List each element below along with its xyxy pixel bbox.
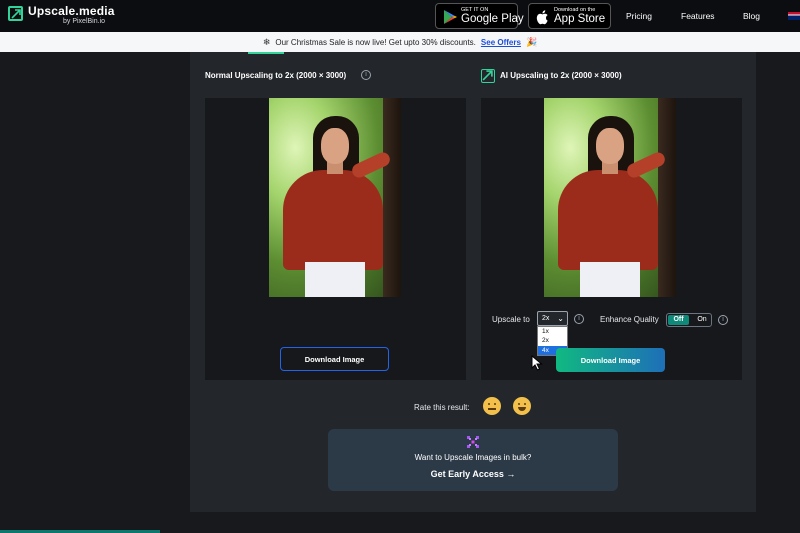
upscale-info-icon[interactable]: i <box>574 314 584 324</box>
bulk-upscale-card: Want to Upscale Images in bulk? Get Earl… <box>328 429 618 491</box>
upscale-option-2x[interactable]: 2x <box>538 336 567 345</box>
enhance-info-icon[interactable]: i <box>718 315 728 325</box>
app-store-label: App Store <box>554 13 606 25</box>
sad-face-icon[interactable] <box>483 397 501 415</box>
google-play-icon <box>444 10 457 24</box>
chevron-down-icon: ⌄ <box>557 314 564 323</box>
logo[interactable]: Upscale.media by PixelBin.io <box>8 4 118 28</box>
logo-title: Upscale.media <box>28 4 115 18</box>
banner-text: Our Christmas Sale is now live! Get upto… <box>275 37 476 47</box>
ai-upscale-title: AI Upscaling to 2x (2000 × 3000) <box>500 71 622 80</box>
mouse-cursor-icon <box>531 355 543 371</box>
bulk-upscale-text: Want to Upscale Images in bulk? <box>414 453 532 462</box>
download-ai-button[interactable]: Download Image <box>556 348 665 372</box>
upscale-option-1x[interactable]: 1x <box>538 327 567 336</box>
upscale-select[interactable]: 2x ⌄ <box>537 311 568 326</box>
info-icon[interactable]: i <box>361 70 371 80</box>
top-navbar: Upscale.media by PixelBin.io GET IT ON G… <box>0 0 800 32</box>
toggle-off-option[interactable]: Off <box>668 315 689 325</box>
happy-face-icon[interactable] <box>513 397 531 415</box>
nav-pricing[interactable]: Pricing <box>626 11 652 21</box>
upscale-to-label: Upscale to <box>492 315 530 324</box>
language-flag-icon[interactable] <box>788 12 800 20</box>
google-play-label: Google Play <box>461 13 524 25</box>
enhance-quality-toggle[interactable]: Off On <box>666 313 712 327</box>
see-offers-link[interactable]: See Offers <box>481 38 521 47</box>
ai-upscaled-image <box>544 98 676 297</box>
apple-icon <box>536 10 548 25</box>
party-hat-icon: 🎉 <box>525 36 538 47</box>
snowflake-icon: ❄ <box>262 36 271 47</box>
normal-upscaled-image <box>269 98 401 297</box>
upscale-select-value: 2x <box>542 315 550 322</box>
normal-upscale-title: Normal Upscaling to 2x (2000 × 3000) <box>205 71 347 80</box>
grid-icon <box>467 436 479 448</box>
download-normal-button[interactable]: Download Image <box>280 347 389 371</box>
logo-subtitle: by PixelBin.io <box>63 18 106 25</box>
active-tab-indicator <box>248 52 284 54</box>
nav-blog[interactable]: Blog <box>743 11 760 21</box>
google-play-button[interactable]: GET IT ON Google Play <box>435 3 524 29</box>
app-store-button[interactable]: Download on the App Store <box>528 3 611 29</box>
enhance-quality-label: Enhance Quality <box>600 315 659 324</box>
nav-features[interactable]: Features <box>681 11 715 21</box>
toggle-on-option[interactable]: On <box>693 315 711 325</box>
upscale-logo-icon <box>8 6 23 21</box>
get-early-access-link[interactable]: Get Early Access → <box>328 469 618 479</box>
promo-banner: ❄ Our Christmas Sale is now live! Get up… <box>0 32 800 52</box>
ai-upscale-icon <box>481 69 495 83</box>
rate-result-label: Rate this result: <box>414 403 470 412</box>
